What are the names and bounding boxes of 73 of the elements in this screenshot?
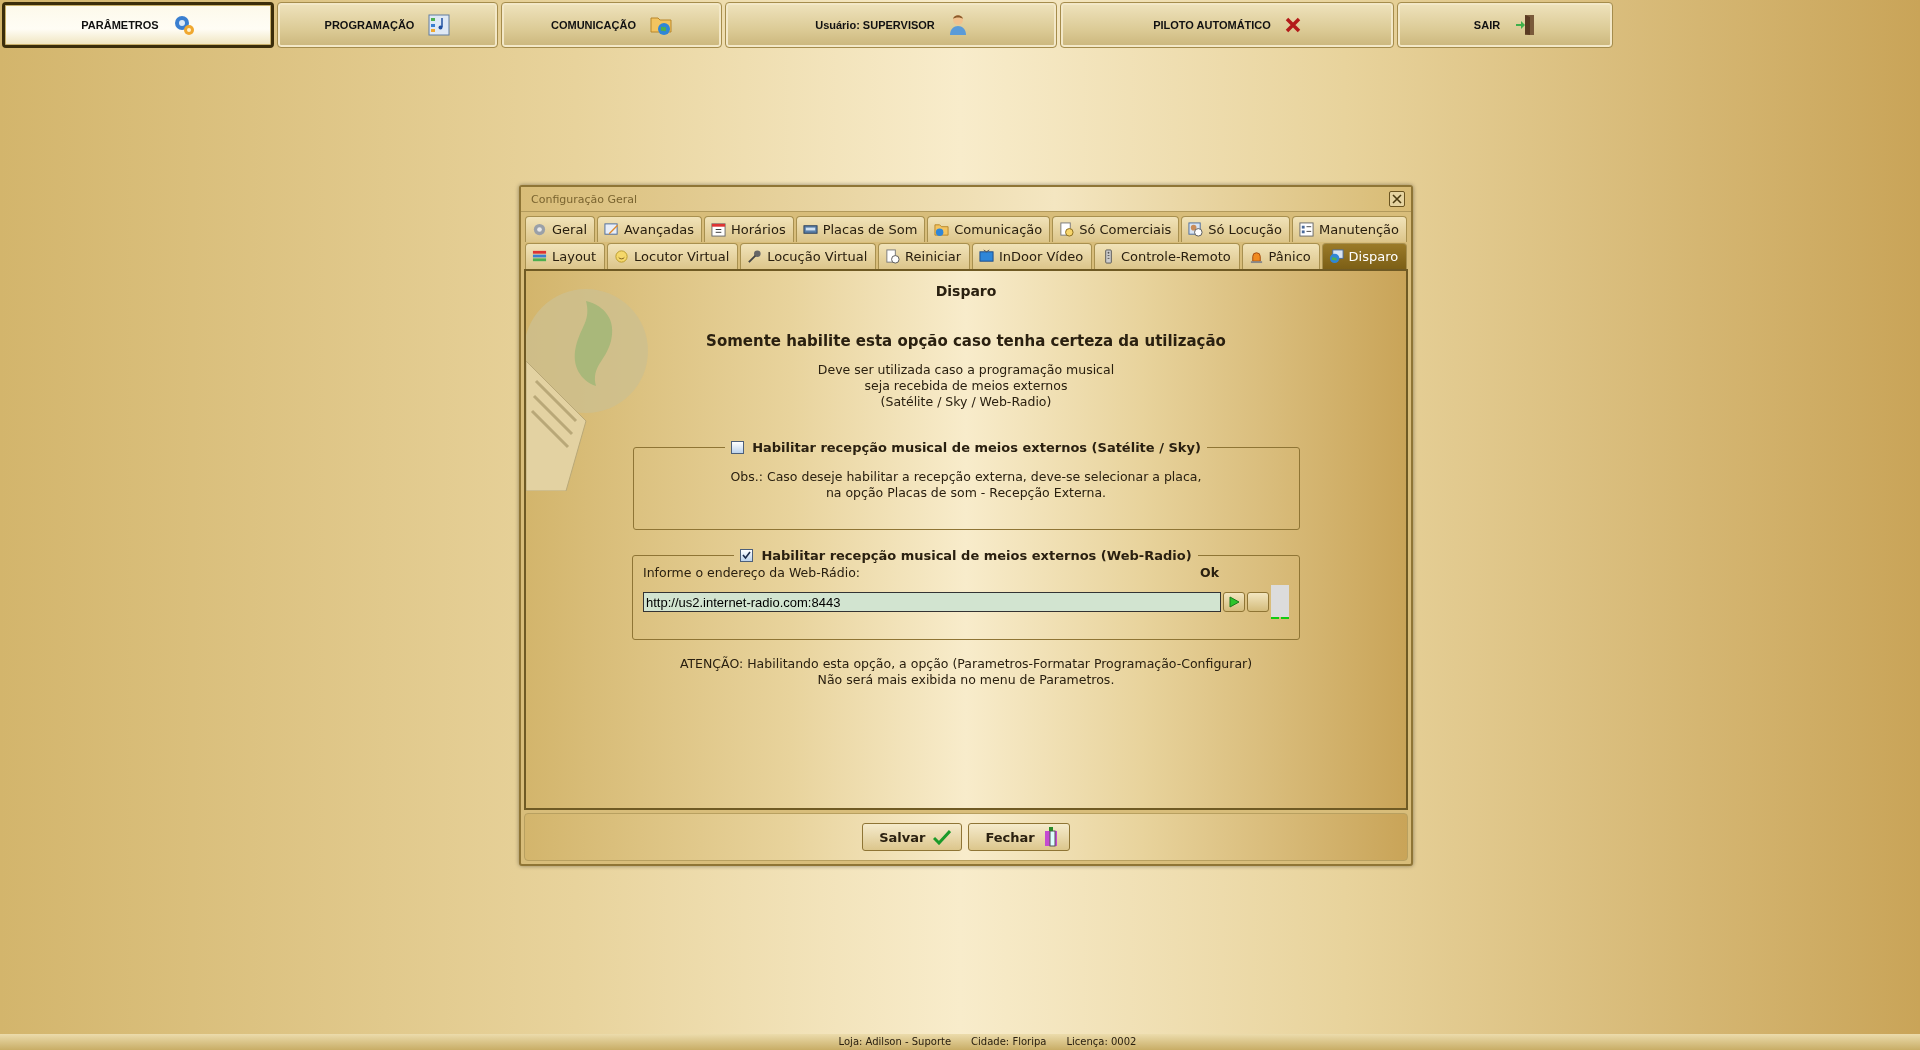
menu-button[interactable]: PARÂMETROS — [2, 2, 274, 48]
tab[interactable]: Comunicação — [927, 216, 1051, 242]
tab[interactable]: Locutor Virtual — [607, 243, 739, 269]
tab[interactable]: Horários — [704, 216, 794, 242]
door-exit-icon — [1514, 14, 1537, 36]
globe-window-icon — [1328, 249, 1344, 264]
menu-button[interactable]: COMUNICAÇÃO — [501, 2, 722, 48]
menu-button[interactable]: Usuário: SUPERVISOR — [725, 2, 1057, 48]
microphone-icon — [747, 249, 763, 264]
document-clock-icon — [1059, 222, 1075, 237]
note-text: na opção Placas de som - Recepção Externa. — [825, 485, 1107, 501]
user-icon — [948, 14, 967, 36]
warning-heading: Somente habilite esta opção caso tenha certeza da utilização — [706, 332, 1226, 350]
calendar-icon — [711, 222, 726, 237]
door-icon — [1042, 827, 1059, 847]
smiley-icon — [614, 249, 630, 264]
tab[interactable]: Controle-Remoto — [1093, 243, 1240, 269]
status-text: Cidade: Floripa — [971, 1035, 1047, 1049]
checkbox-label: Habilitar recepção musical de meios externos (Satélite / Sky) — [752, 440, 1201, 455]
stacked-bars-icon — [532, 249, 547, 264]
description-text: (Satélite / Sky / Web-Radio) — [880, 394, 1052, 410]
sound-card-icon — [802, 222, 818, 237]
tab[interactable]: Só Comerciais — [1052, 216, 1180, 242]
music-list-icon — [428, 14, 451, 36]
page-heading: Disparo — [935, 283, 997, 299]
level-meter-icon — [1271, 585, 1289, 619]
url-input-field[interactable]: http://us2.internet-radio.com:8443 — [643, 592, 1221, 612]
gear-icon — [532, 222, 547, 237]
tab[interactable]: InDoor Vídeo — [971, 243, 1092, 269]
folder-globe-icon — [649, 14, 672, 36]
status-text: Ok — [1200, 565, 1219, 581]
description-text: Deve ser utilizada caso a programação musical — [817, 362, 1115, 378]
tab[interactable]: Manutenção — [1291, 216, 1407, 242]
cross-icon — [1284, 17, 1301, 33]
folder-globe-icon — [934, 222, 950, 237]
note-text: Obs.: Caso deseje habilitar a recepção externa, deve-se selecionar a placa, — [730, 469, 1202, 485]
siren-icon — [1248, 249, 1264, 264]
tab[interactable]: Layout — [525, 243, 606, 269]
menu-button[interactable]: SAIR — [1397, 2, 1613, 48]
checkbox[interactable] — [731, 441, 745, 454]
close-button[interactable]: Fechar — [968, 823, 1070, 851]
tab[interactable]: Reiniciar — [878, 243, 970, 269]
checkbox[interactable] — [740, 549, 754, 562]
document-clock-icon — [885, 249, 901, 264]
attention-text: Não será mais exibida no menu de Parametros. — [817, 672, 1115, 688]
tab[interactable]: Geral — [525, 216, 595, 242]
stop-button[interactable] — [1247, 592, 1269, 612]
pencil-window-icon — [603, 222, 619, 237]
gears-icon — [172, 14, 195, 36]
play-icon — [1228, 596, 1240, 608]
tab[interactable]: Pânico — [1241, 243, 1320, 269]
tab[interactable]: Só Locução — [1181, 216, 1290, 242]
close-icon — [1392, 194, 1402, 204]
save-button[interactable]: Salvar — [862, 823, 963, 851]
checkbox-label: Habilitar recepção musical de meios externos (Web-Radio) — [761, 548, 1192, 563]
status-text: Licença: 0002 — [1066, 1035, 1137, 1049]
tab[interactable]: Placas de Som — [795, 216, 926, 242]
play-button[interactable] — [1223, 592, 1245, 612]
field-label: Informe o endereço da Web-Rádio: — [643, 565, 860, 581]
tab[interactable]: Avançadas — [596, 216, 702, 242]
menu-button[interactable]: PROGRAMAÇÃO — [277, 2, 498, 48]
checkmark-icon — [933, 829, 952, 845]
dialog-title: Configuração Geral — [531, 192, 638, 206]
attention-text: ATENÇÃO: Habilitando esta opção, a opção (Parametros-Formatar Programação-Configurar) — [679, 656, 1253, 672]
list-icon — [1298, 222, 1314, 237]
tv-icon — [978, 249, 994, 264]
tab[interactable]: Locução Virtual — [740, 243, 877, 269]
status-text: Loja: Adilson - Suporte — [838, 1035, 952, 1049]
person-clock-icon — [1188, 222, 1204, 237]
description-text: seja recebida de meios externos — [864, 378, 1068, 394]
close-button[interactable] — [1389, 191, 1405, 207]
menu-button[interactable]: PILOTO AUTOMÁTICO — [1060, 2, 1394, 48]
tab[interactable]: Disparo — [1321, 243, 1408, 269]
